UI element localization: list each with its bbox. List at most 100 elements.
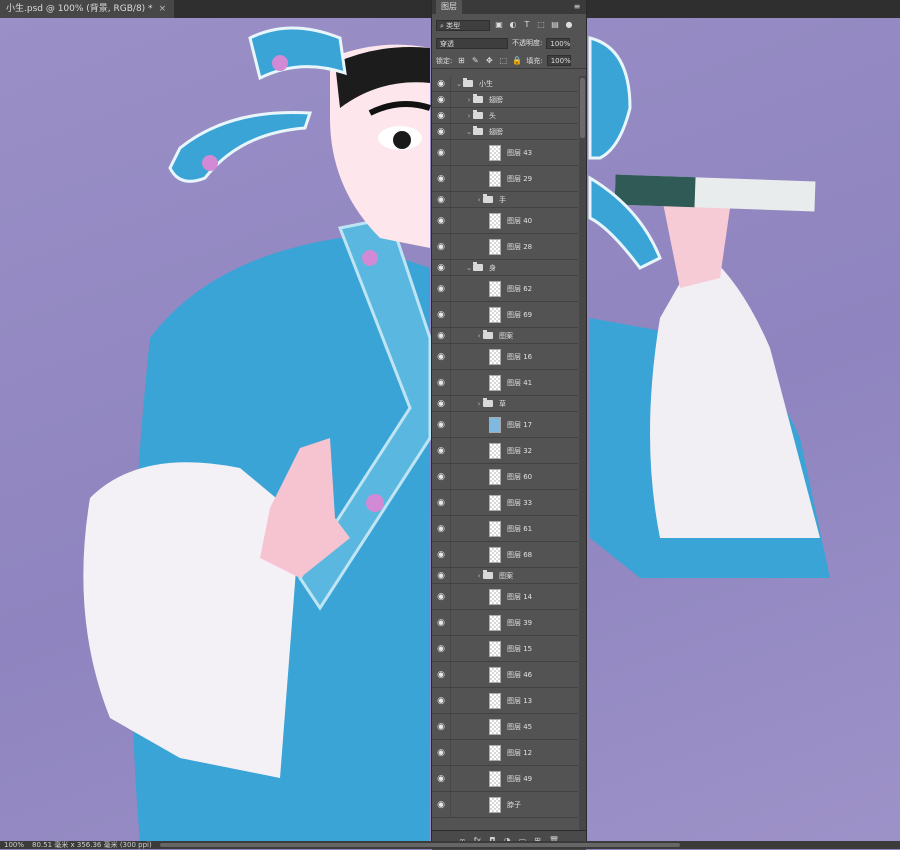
visibility-eye-icon[interactable]: ◉ <box>432 464 451 489</box>
layer-row[interactable]: ◉ 图层 14 <box>432 584 578 610</box>
visibility-eye-icon[interactable]: ◉ <box>432 740 451 765</box>
visibility-eye-icon[interactable]: ◉ <box>432 662 451 687</box>
visibility-eye-icon[interactable]: ◉ <box>432 192 451 207</box>
layer-group-row[interactable]: ◉ › 图案 <box>432 568 578 584</box>
chevron-down-icon[interactable]: ⌄ <box>465 128 473 136</box>
layer-thumbnail <box>489 770 501 787</box>
layer-group-row[interactable]: ◉ › 手 <box>432 192 578 208</box>
chevron-right-icon[interactable]: › <box>475 332 483 340</box>
layer-row[interactable]: ◉ 图层 28 <box>432 234 578 260</box>
lock-artboard-icon[interactable]: ⬚ <box>498 56 508 66</box>
filter-shape-icon[interactable]: ⬚ <box>536 20 546 30</box>
layer-list-scrollbar[interactable] <box>579 76 586 830</box>
chevron-down-icon[interactable]: ⌄ <box>455 80 463 88</box>
layer-row[interactable]: ◉ 图层 41 <box>432 370 578 396</box>
document-tab[interactable]: 小生.psd @ 100% (背景, RGB/8) * × <box>0 0 175 18</box>
visibility-eye-icon[interactable]: ◉ <box>432 714 451 739</box>
layer-row[interactable]: ◉ 图层 62 <box>432 276 578 302</box>
layer-row[interactable]: ◉ 图层 60 <box>432 464 578 490</box>
filter-toggle-icon[interactable]: ● <box>564 20 574 30</box>
layer-thumbnail <box>489 468 501 485</box>
lock-image-icon[interactable]: ✎ <box>470 56 480 66</box>
visibility-eye-icon[interactable]: ◉ <box>432 140 451 165</box>
visibility-eye-icon[interactable]: ◉ <box>432 438 451 463</box>
chevron-right-icon[interactable]: › <box>475 572 483 580</box>
visibility-eye-icon[interactable]: ◉ <box>432 766 451 791</box>
filter-pixel-icon[interactable]: ▣ <box>494 20 504 30</box>
layer-row[interactable]: ◉ 图层 45 <box>432 714 578 740</box>
layer-row[interactable]: ◉ 图层 12 <box>432 740 578 766</box>
layer-row[interactable]: ◉ 图层 13 <box>432 688 578 714</box>
layer-row[interactable]: ◉ 图层 39 <box>432 610 578 636</box>
layer-thumbnail <box>489 640 501 657</box>
layers-panel-title[interactable]: 图层 <box>436 0 462 14</box>
layer-row[interactable]: ◉ 图层 15 <box>432 636 578 662</box>
layer-row[interactable]: ◉ 图层 43 <box>432 140 578 166</box>
layer-group-row[interactable]: ◉ ⌄ 翅膀 <box>432 124 578 140</box>
chevron-right-icon[interactable]: › <box>475 400 483 408</box>
visibility-eye-icon[interactable]: ◉ <box>432 328 451 343</box>
visibility-eye-icon[interactable]: ◉ <box>432 208 451 233</box>
layer-row[interactable]: ◉ 图层 40 <box>432 208 578 234</box>
layer-row[interactable]: ◉ 图层 16 <box>432 344 578 370</box>
layer-row[interactable]: ◉ 脖子 <box>432 792 578 818</box>
visibility-eye-icon[interactable]: ◉ <box>432 490 451 515</box>
fill-input[interactable]: 100% <box>546 55 571 66</box>
zoom-level[interactable]: 100% <box>4 841 24 849</box>
visibility-eye-icon[interactable]: ◉ <box>432 124 451 139</box>
chevron-right-icon[interactable]: › <box>475 196 483 204</box>
chevron-right-icon[interactable]: › <box>465 96 473 104</box>
chevron-down-icon[interactable]: ⌄ <box>465 264 473 272</box>
horizontal-scrollbar[interactable] <box>160 843 680 847</box>
visibility-eye-icon[interactable]: ◉ <box>432 688 451 713</box>
visibility-eye-icon[interactable]: ◉ <box>432 108 451 123</box>
layer-row[interactable]: ◉ 图层 49 <box>432 766 578 792</box>
visibility-eye-icon[interactable]: ◉ <box>432 234 451 259</box>
visibility-eye-icon[interactable]: ◉ <box>432 344 451 369</box>
layer-group-row[interactable]: ◉ ⌄ 身 <box>432 260 578 276</box>
layer-row[interactable]: ◉ 图层 69 <box>432 302 578 328</box>
layer-group-row[interactable]: ◉ › 翅膀 <box>432 92 578 108</box>
visibility-eye-icon[interactable]: ◉ <box>432 568 451 583</box>
visibility-eye-icon[interactable]: ◉ <box>432 542 451 567</box>
layer-row[interactable]: ◉ 图层 68 <box>432 542 578 568</box>
layer-group-row[interactable]: ◉ › 图案 <box>432 328 578 344</box>
layer-row[interactable]: ◉ 图层 32 <box>432 438 578 464</box>
filter-type-icon[interactable]: T <box>522 20 532 30</box>
visibility-eye-icon[interactable]: ◉ <box>432 76 451 91</box>
visibility-eye-icon[interactable]: ◉ <box>432 396 451 411</box>
lock-position-icon[interactable]: ✥ <box>484 56 494 66</box>
visibility-eye-icon[interactable]: ◉ <box>432 792 451 817</box>
layer-row[interactable]: ◉ 图层 17 <box>432 412 578 438</box>
visibility-eye-icon[interactable]: ◉ <box>432 412 451 437</box>
filter-kind-select[interactable]: ⌕ 类型 <box>436 19 490 31</box>
lock-all-icon[interactable]: 🔒 <box>512 56 522 66</box>
lock-transparency-icon[interactable]: ⊞ <box>456 56 466 66</box>
layer-name: 图层 16 <box>507 352 533 361</box>
scrollbar-thumb[interactable] <box>580 78 585 138</box>
visibility-eye-icon[interactable]: ◉ <box>432 166 451 191</box>
chevron-right-icon[interactable]: › <box>465 112 473 120</box>
visibility-eye-icon[interactable]: ◉ <box>432 636 451 661</box>
filter-smartobject-icon[interactable]: ▤ <box>550 20 560 30</box>
panel-menu-icon[interactable]: ≡ <box>572 2 582 12</box>
layer-row[interactable]: ◉ 图层 46 <box>432 662 578 688</box>
visibility-eye-icon[interactable]: ◉ <box>432 260 451 275</box>
close-icon[interactable]: × <box>159 0 167 18</box>
layer-row[interactable]: ◉ 图层 29 <box>432 166 578 192</box>
visibility-eye-icon[interactable]: ◉ <box>432 516 451 541</box>
filter-adjustment-icon[interactable]: ◐ <box>508 20 518 30</box>
visibility-eye-icon[interactable]: ◉ <box>432 610 451 635</box>
visibility-eye-icon[interactable]: ◉ <box>432 92 451 107</box>
visibility-eye-icon[interactable]: ◉ <box>432 370 451 395</box>
layer-group-row[interactable]: ◉ › 草 <box>432 396 578 412</box>
layer-group-row[interactable]: ◉ ⌄ 小生 <box>432 76 578 92</box>
layer-group-row[interactable]: ◉ › 头 <box>432 108 578 124</box>
visibility-eye-icon[interactable]: ◉ <box>432 302 451 327</box>
opacity-input[interactable]: 100% <box>546 37 570 49</box>
blend-mode-select[interactable]: 穿透 <box>436 37 508 49</box>
layer-row[interactable]: ◉ 图层 61 <box>432 516 578 542</box>
layer-row[interactable]: ◉ 图层 33 <box>432 490 578 516</box>
visibility-eye-icon[interactable]: ◉ <box>432 584 451 609</box>
visibility-eye-icon[interactable]: ◉ <box>432 276 451 301</box>
